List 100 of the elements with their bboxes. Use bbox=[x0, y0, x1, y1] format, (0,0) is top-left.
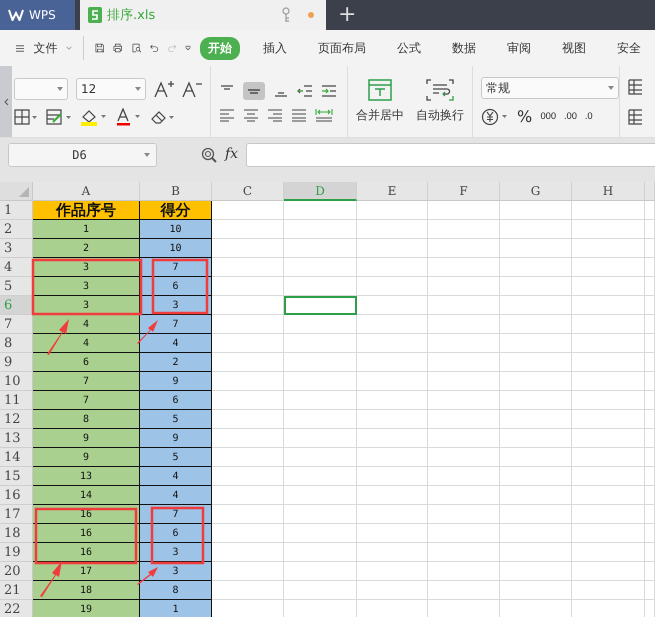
empty-cell[interactable] bbox=[645, 524, 655, 543]
font-size-dropdown[interactable]: 12 bbox=[76, 78, 146, 100]
empty-cell[interactable] bbox=[428, 315, 500, 334]
empty-cell[interactable] bbox=[428, 220, 500, 239]
select-all-corner[interactable] bbox=[0, 182, 33, 201]
empty-cell[interactable] bbox=[572, 562, 645, 581]
column-header[interactable]: G bbox=[500, 182, 572, 201]
empty-cell[interactable] bbox=[284, 448, 357, 467]
column-header[interactable]: B bbox=[140, 182, 212, 201]
empty-cell[interactable] bbox=[428, 410, 500, 429]
empty-cell[interactable] bbox=[428, 429, 500, 448]
conditional-format-icon[interactable] bbox=[46, 108, 72, 124]
empty-cell[interactable] bbox=[572, 296, 645, 315]
empty-cell[interactable] bbox=[572, 524, 645, 543]
row-header[interactable]: 18 bbox=[0, 524, 33, 543]
empty-cell[interactable] bbox=[645, 562, 655, 581]
empty-cell[interactable] bbox=[500, 277, 572, 296]
empty-cell[interactable] bbox=[645, 239, 655, 258]
empty-cell[interactable] bbox=[645, 220, 655, 239]
menu-icon[interactable] bbox=[16, 42, 24, 54]
dropdown-icon[interactable] bbox=[185, 44, 192, 52]
row-header[interactable]: 9 bbox=[0, 353, 33, 372]
empty-cell[interactable] bbox=[500, 258, 572, 277]
empty-cell[interactable] bbox=[645, 353, 655, 372]
empty-cell[interactable] bbox=[645, 296, 655, 315]
empty-cell[interactable] bbox=[284, 315, 357, 334]
column-header[interactable] bbox=[645, 182, 655, 201]
empty-cell[interactable] bbox=[428, 581, 500, 600]
empty-cell[interactable] bbox=[284, 410, 357, 429]
empty-cell[interactable] bbox=[500, 543, 572, 562]
new-tab-button[interactable]: + bbox=[326, 0, 368, 30]
align-left-icon[interactable] bbox=[219, 108, 235, 122]
empty-cell[interactable] bbox=[357, 486, 428, 505]
empty-cell[interactable] bbox=[428, 391, 500, 410]
empty-cell[interactable] bbox=[357, 334, 428, 353]
grow-font-icon[interactable] bbox=[154, 80, 174, 98]
row-header[interactable]: 19 bbox=[0, 543, 33, 562]
shrink-font-icon[interactable] bbox=[182, 80, 202, 98]
font-color-icon[interactable] bbox=[116, 108, 142, 126]
empty-cell[interactable] bbox=[500, 448, 572, 467]
chevron-icon[interactable] bbox=[66, 45, 72, 51]
distributed-icon[interactable] bbox=[315, 108, 333, 122]
empty-cell[interactable] bbox=[645, 334, 655, 353]
empty-cell[interactable] bbox=[357, 372, 428, 391]
align-center-icon[interactable] bbox=[243, 108, 259, 122]
empty-cell[interactable] bbox=[645, 467, 655, 486]
empty-cell[interactable] bbox=[428, 467, 500, 486]
row-header[interactable]: 17 bbox=[0, 505, 33, 524]
fill-color-icon[interactable] bbox=[80, 108, 108, 126]
thousands-button[interactable]: 000 bbox=[540, 112, 556, 122]
empty-cell[interactable] bbox=[284, 562, 357, 581]
ribbon-tab[interactable]: 页面布局 bbox=[310, 36, 374, 60]
empty-cell[interactable] bbox=[357, 391, 428, 410]
empty-cell[interactable] bbox=[284, 543, 357, 562]
empty-cell[interactable] bbox=[572, 258, 645, 277]
formula-input[interactable] bbox=[246, 143, 655, 167]
empty-cell[interactable] bbox=[357, 429, 428, 448]
empty-cell[interactable] bbox=[357, 201, 428, 220]
empty-cell[interactable] bbox=[357, 410, 428, 429]
number-format-dropdown[interactable]: 常规 bbox=[481, 77, 619, 99]
eraser-icon[interactable] bbox=[150, 108, 176, 124]
empty-cell[interactable] bbox=[500, 581, 572, 600]
empty-cell[interactable] bbox=[357, 562, 428, 581]
empty-cell[interactable] bbox=[572, 505, 645, 524]
empty-cell[interactable] bbox=[357, 581, 428, 600]
increase-decimal-button[interactable]: .00 bbox=[564, 112, 577, 122]
table-style-icon[interactable] bbox=[628, 108, 642, 124]
ribbon-tab[interactable]: 审阅 bbox=[499, 36, 540, 60]
decrease-indent-icon[interactable] bbox=[297, 84, 313, 98]
empty-cell[interactable] bbox=[428, 448, 500, 467]
empty-cell[interactable] bbox=[572, 277, 645, 296]
empty-cell[interactable] bbox=[500, 429, 572, 448]
empty-cell[interactable] bbox=[500, 391, 572, 410]
empty-cell[interactable] bbox=[572, 315, 645, 334]
empty-cell[interactable] bbox=[284, 353, 357, 372]
empty-cell[interactable] bbox=[428, 277, 500, 296]
empty-cell[interactable] bbox=[500, 486, 572, 505]
empty-cell[interactable] bbox=[357, 239, 428, 258]
empty-cell[interactable] bbox=[572, 448, 645, 467]
row-header[interactable]: 8 bbox=[0, 334, 33, 353]
empty-cell[interactable] bbox=[357, 220, 428, 239]
row-header[interactable]: 3 bbox=[0, 239, 33, 258]
ribbon-tab[interactable]: 视图 bbox=[554, 36, 594, 60]
empty-cell[interactable] bbox=[428, 562, 500, 581]
empty-cell[interactable] bbox=[500, 505, 572, 524]
empty-cell[interactable] bbox=[500, 201, 572, 220]
empty-cell[interactable] bbox=[428, 201, 500, 220]
selected-cell[interactable] bbox=[284, 296, 357, 315]
empty-cell[interactable] bbox=[500, 239, 572, 258]
empty-cell[interactable] bbox=[500, 334, 572, 353]
empty-cell[interactable] bbox=[645, 543, 655, 562]
empty-cell[interactable] bbox=[428, 239, 500, 258]
row-header[interactable]: 5 bbox=[0, 277, 33, 296]
empty-cell[interactable] bbox=[284, 334, 357, 353]
empty-cell[interactable] bbox=[357, 258, 428, 277]
empty-cell[interactable] bbox=[572, 581, 645, 600]
empty-cell[interactable] bbox=[357, 467, 428, 486]
empty-cell[interactable] bbox=[284, 524, 357, 543]
file-menu[interactable]: 文件 bbox=[33, 40, 58, 56]
empty-cell[interactable] bbox=[284, 201, 357, 220]
